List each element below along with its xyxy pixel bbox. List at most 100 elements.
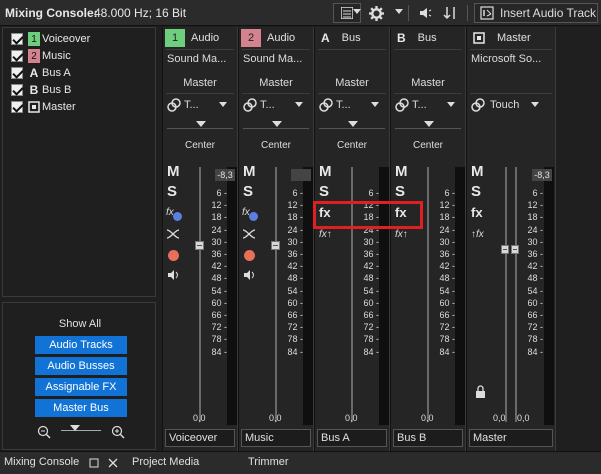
pre-fader-fx-button[interactable]: fx↑	[395, 229, 408, 240]
tree-item-music[interactable]: 2 Music	[11, 48, 71, 64]
settings-dropdown-chevron-icon[interactable]	[395, 9, 403, 14]
volume-fader-track[interactable]	[427, 167, 429, 422]
fx-chain-button[interactable]: fx	[471, 205, 483, 220]
lock-icon[interactable]	[475, 385, 486, 398]
show-all-button[interactable]: Show All	[3, 318, 157, 330]
settings-button[interactable]	[364, 3, 388, 23]
solo-button[interactable]: S	[319, 183, 329, 200]
pan-slider-thumb[interactable]	[424, 121, 434, 127]
audio-tracks-button[interactable]: Audio Tracks	[35, 336, 127, 354]
tree-item-master[interactable]: Master	[11, 99, 76, 115]
output-device-label[interactable]: Sound Ma...	[167, 53, 233, 65]
tree-item-bus-b[interactable]: B Bus B	[11, 82, 71, 98]
db-tick-label: 84 -	[527, 346, 543, 357]
assignable-fx-button[interactable]: Assignable FX	[35, 378, 127, 396]
visibility-checkbox[interactable]	[11, 101, 23, 113]
mute-button[interactable]: M	[243, 163, 256, 180]
volume-fader-track-right[interactable]	[515, 167, 517, 422]
routing-label[interactable]: Master	[391, 77, 465, 89]
track-name-field[interactable]: Master	[469, 429, 553, 447]
speaker-icon[interactable]	[243, 269, 257, 281]
solo-button[interactable]: S	[395, 183, 405, 200]
automation-mode-dropdown[interactable]: Touch	[471, 97, 551, 113]
record-arm-button[interactable]	[168, 250, 179, 261]
pan-slider-thumb[interactable]	[272, 121, 282, 127]
tree-item-voiceover[interactable]: 1 Voiceover	[11, 31, 90, 47]
routing-label[interactable]: Master	[315, 77, 389, 89]
mute-button[interactable]: M	[319, 163, 332, 180]
routing-label[interactable]: Master	[239, 77, 313, 89]
track-name-field[interactable]: Voiceover	[165, 429, 235, 447]
zoom-in-icon[interactable]	[111, 425, 125, 439]
mute-button[interactable]: M	[167, 163, 180, 180]
zoom-slider-thumb[interactable]	[70, 425, 80, 431]
volume-fader-track[interactable]	[199, 167, 201, 422]
peak-level-readout[interactable]	[291, 169, 311, 181]
pre-fader-fx-button[interactable]: fx↑	[319, 229, 332, 240]
volume-fader-track[interactable]	[275, 167, 277, 422]
volume-fader-knob-left[interactable]	[501, 245, 509, 254]
pan-slider-track[interactable]	[243, 128, 309, 129]
track-name-field[interactable]: Music	[241, 429, 311, 447]
volume-fader-knob[interactable]	[195, 241, 204, 250]
tab-mixing-console[interactable]: Mixing Console	[4, 456, 79, 468]
pan-slider-track[interactable]	[395, 128, 461, 129]
divider	[166, 49, 234, 50]
master-bus-button[interactable]: Master Bus	[35, 399, 127, 417]
pan-slider-thumb[interactable]	[196, 121, 206, 127]
fader-value: 0,0	[345, 413, 358, 423]
db-tick-label: 78 -	[363, 334, 379, 345]
db-tick-label: 30 -	[211, 236, 227, 247]
automation-mode-dropdown[interactable]: T...	[243, 97, 309, 113]
tab-project-media[interactable]: Project Media	[132, 456, 199, 468]
audio-busses-button[interactable]: Audio Busses	[35, 357, 127, 375]
solo-button[interactable]: S	[243, 183, 253, 200]
phase-invert-icon[interactable]	[166, 228, 180, 240]
track-name-field[interactable]: Bus B	[393, 429, 463, 447]
download-arrow-button[interactable]	[440, 3, 460, 23]
routing-label[interactable]: Master	[163, 77, 237, 89]
track-name-field[interactable]: Bus A	[317, 429, 387, 447]
chevron-down-icon[interactable]	[353, 9, 361, 14]
mute-button[interactable]: M	[471, 163, 484, 180]
zoom-slider-track[interactable]	[61, 430, 101, 431]
automation-mode-dropdown[interactable]: T...	[395, 97, 461, 113]
pan-value: Center	[412, 140, 443, 151]
visibility-checkbox[interactable]	[11, 33, 23, 45]
pan-slider-track[interactable]	[167, 128, 233, 129]
pan-slider-track[interactable]	[319, 128, 385, 129]
automation-mode-dropdown[interactable]: T...	[319, 97, 385, 113]
automation-mode-dropdown[interactable]: T...	[167, 97, 233, 113]
divider	[242, 49, 310, 50]
visibility-checkbox[interactable]	[11, 50, 23, 62]
output-device-label[interactable]: Sound Ma...	[243, 53, 309, 65]
visibility-checkbox[interactable]	[11, 84, 23, 96]
volume-fader-track-left[interactable]	[505, 167, 507, 422]
volume-fader-knob[interactable]	[271, 241, 280, 250]
close-icon[interactable]	[108, 458, 118, 468]
peak-level-readout[interactable]: -8,3	[532, 169, 552, 181]
solo-button[interactable]: S	[471, 183, 481, 200]
mute-button[interactable]: M	[395, 163, 408, 180]
visibility-checkbox[interactable]	[11, 67, 23, 79]
pan-value: Center	[184, 140, 215, 151]
zoom-out-icon[interactable]	[37, 425, 51, 439]
fx-bypass-indicator[interactable]	[249, 212, 258, 221]
window-restore-icon[interactable]	[89, 458, 99, 468]
db-tick-label: 78 -	[287, 334, 303, 345]
post-fader-fx-button[interactable]: ↑fx	[471, 229, 484, 240]
speaker-icon[interactable]	[167, 269, 181, 281]
insert-audio-track-button[interactable]: Insert Audio Track	[474, 3, 598, 23]
pan-slider-thumb[interactable]	[348, 121, 358, 127]
track-number-badge: 2	[241, 29, 261, 47]
speaker-button[interactable]	[416, 3, 436, 23]
record-arm-button[interactable]	[244, 250, 255, 261]
tab-trimmer[interactable]: Trimmer	[248, 456, 289, 468]
solo-button[interactable]: S	[167, 183, 177, 200]
peak-level-readout[interactable]: -8,3	[215, 169, 235, 181]
phase-invert-icon[interactable]	[242, 228, 256, 240]
tree-item-bus-a[interactable]: A Bus A	[11, 65, 71, 81]
output-device-label[interactable]: Microsoft So...	[471, 53, 551, 65]
fx-bypass-indicator[interactable]	[173, 212, 182, 221]
volume-fader-knob-right[interactable]	[511, 245, 519, 254]
